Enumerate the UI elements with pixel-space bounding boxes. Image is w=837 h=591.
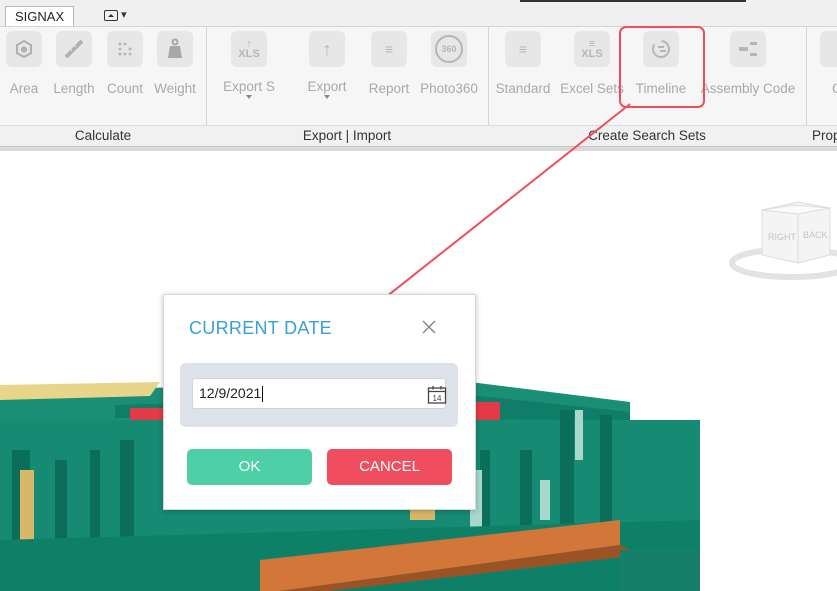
xls-list-icon: ≡ XLS (574, 31, 610, 67)
length-button[interactable]: Length (50, 31, 98, 96)
group-title: Export | Import (206, 125, 488, 147)
cancel-button[interactable]: CANCEL (327, 449, 452, 485)
chevron-down-icon: ▾ (121, 9, 127, 21)
area-icon (6, 31, 42, 67)
xls-upload-icon: ↑ XLS (231, 31, 267, 67)
photo360-button[interactable]: 360 Photo360 (418, 31, 480, 96)
export-s-button[interactable]: ↑ XLS Export S (220, 31, 278, 99)
chevron-down-icon (246, 95, 252, 99)
dots-grid-icon (107, 31, 143, 67)
group-properties: C Prop (806, 27, 837, 147)
panel-icon (104, 9, 118, 21)
timeline-highlight-box (619, 26, 705, 108)
xls-icon-text: XLS (238, 48, 260, 60)
properties-icon (820, 31, 837, 67)
ok-button[interactable]: OK (187, 449, 312, 485)
report-icon: ≡ (371, 31, 407, 67)
date-field-container: 12/9/2021 14 (180, 363, 458, 427)
date-input[interactable]: 12/9/2021 14 (192, 378, 447, 409)
date-input-value: 12/9/2021 (199, 385, 262, 401)
ruler-icon (56, 31, 92, 67)
length-label: Length (53, 81, 95, 96)
count-button[interactable]: Count (103, 31, 147, 96)
viewcube[interactable]: RIGHT BACK (729, 201, 837, 280)
quick-access-dropdown[interactable]: ▾ (104, 8, 134, 22)
weight-button[interactable]: Weight (151, 31, 199, 96)
assembly-code-button[interactable]: Assembly Code (698, 31, 798, 96)
viewcube-back-label: BACK (803, 230, 828, 240)
tab-signax[interactable]: SIGNAX (5, 6, 75, 27)
area-label: Area (9, 81, 39, 96)
weight-label: Weight (154, 81, 196, 96)
export-s-label: Export S (223, 79, 275, 94)
ribbon-tab-strip: SIGNAX ▾ (0, 0, 837, 27)
text-cursor (262, 386, 264, 403)
excel-sets-label: Excel Sets (560, 81, 624, 96)
group-title: Calculate (0, 125, 206, 147)
list-icon: ≡ (505, 31, 541, 67)
close-icon[interactable] (420, 318, 440, 338)
group-title: Create Search Sets (488, 125, 806, 147)
viewcube-right-label: RIGHT (768, 232, 797, 242)
ribbon: Area Length Count Weight Calculate ↑ XLS … (0, 26, 837, 147)
hierarchy-icon (730, 31, 766, 67)
group-calculate: Area Length Count Weight Calculate (0, 27, 207, 147)
report-button[interactable]: ≡ Report (366, 31, 412, 96)
current-date-dialog: CURRENT DATE 12/9/2021 14 OK CANCEL (163, 294, 476, 510)
calendar-icon[interactable]: 14 (427, 385, 447, 404)
dialog-title: CURRENT DATE (189, 318, 332, 338)
xls-icon-text: XLS (581, 48, 603, 60)
standard-button[interactable]: ≡ Standard (492, 31, 554, 96)
weight-icon (157, 31, 193, 67)
export-button[interactable]: ↑ Export (304, 31, 350, 99)
properties-label: C (832, 81, 837, 96)
upload-arrow-icon: ↑ (309, 31, 345, 67)
chevron-down-icon (324, 95, 330, 99)
excel-sets-button[interactable]: ≡ XLS Excel Sets (559, 31, 625, 96)
report-label: Report (368, 81, 410, 96)
group-title: Prop (806, 125, 837, 147)
export-label: Export (307, 79, 347, 94)
calendar-day: 14 (433, 394, 442, 403)
photo360-icon: 360 (431, 31, 467, 67)
count-label: Count (106, 81, 144, 96)
properties-button[interactable]: C (820, 31, 837, 96)
assembly-code-label: Assembly Code (700, 81, 796, 96)
group-export-import: ↑ XLS Export S ↑ Export ≡ Report 360 Phot… (206, 27, 489, 147)
photo360-icon-text: 360 (435, 35, 463, 63)
area-button[interactable]: Area (4, 31, 44, 96)
window-edge (520, 0, 746, 2)
standard-label: Standard (495, 81, 551, 96)
photo360-label: Photo360 (420, 81, 478, 96)
